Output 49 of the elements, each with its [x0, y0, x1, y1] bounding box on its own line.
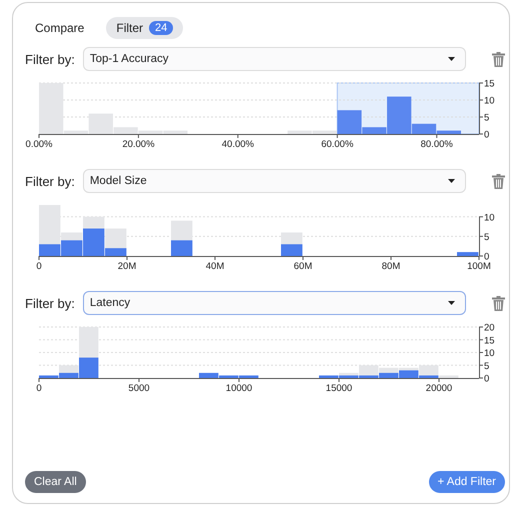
tick-label: 0 — [484, 130, 490, 140]
filter-select[interactable]: Model Size — [82, 169, 466, 193]
tick-label: 10 — [484, 96, 495, 106]
tick-label: 5 — [484, 360, 490, 372]
tick-label: 40.00% — [222, 139, 254, 149]
caret-icon — [448, 179, 455, 183]
filter-label: Filter by: — [25, 52, 75, 66]
tab[interactable]: Filter 24 — [106, 17, 184, 39]
filter-label: Filter by: — [25, 174, 75, 188]
caret-icon — [448, 57, 455, 61]
tick-label: 20 — [484, 322, 495, 334]
tick-label: 0 — [36, 261, 42, 271]
tick-label: 10 — [484, 212, 495, 224]
trash-icon[interactable] — [492, 52, 505, 66]
tick-label: 15000 — [326, 383, 352, 393]
tab[interactable]: Compare — [25, 17, 94, 39]
clear-all-button[interactable]: Clear All — [25, 471, 86, 493]
tick-label: 80M — [382, 261, 400, 271]
filter-label: Filter by: — [25, 296, 75, 310]
tick-label: 100M — [467, 261, 491, 271]
tick-label: 20M — [118, 261, 136, 271]
tick-label: 5000 — [128, 383, 150, 393]
y-axis — [478, 216, 484, 256]
tick-label: 0 — [36, 383, 42, 393]
trash-icon[interactable] — [492, 296, 505, 310]
histogram-bar — [457, 252, 478, 256]
tick-label: 15 — [484, 335, 495, 346]
caret-icon — [448, 301, 455, 305]
tick-label: 0 — [484, 374, 490, 384]
tick-label: 15 — [484, 78, 495, 90]
tick-label: 60.00% — [321, 139, 354, 149]
tick-label: 20000 — [426, 383, 452, 393]
y-axis — [478, 82, 484, 134]
filter-select[interactable]: Latency — [82, 291, 466, 315]
tick-label: 5 — [484, 232, 490, 243]
count-badge: 24 — [149, 21, 174, 35]
add-filter-button[interactable]: + Add Filter — [428, 471, 505, 493]
y-axis — [478, 326, 484, 378]
tick-label: 20.00% — [122, 139, 155, 149]
tick-label: 5 — [484, 112, 490, 124]
filter-select[interactable]: Top-1 Accuracy — [82, 47, 466, 71]
tick-label: 10 — [484, 348, 495, 359]
tick-label: 0.00% — [26, 139, 52, 149]
tick-label: 40M — [206, 261, 224, 271]
tick-label: 80.00% — [420, 139, 453, 149]
tick-label: 10000 — [226, 383, 252, 393]
tick-label: 0 — [484, 252, 490, 262]
tick-label: 60M — [294, 261, 312, 271]
trash-icon[interactable] — [492, 174, 505, 188]
